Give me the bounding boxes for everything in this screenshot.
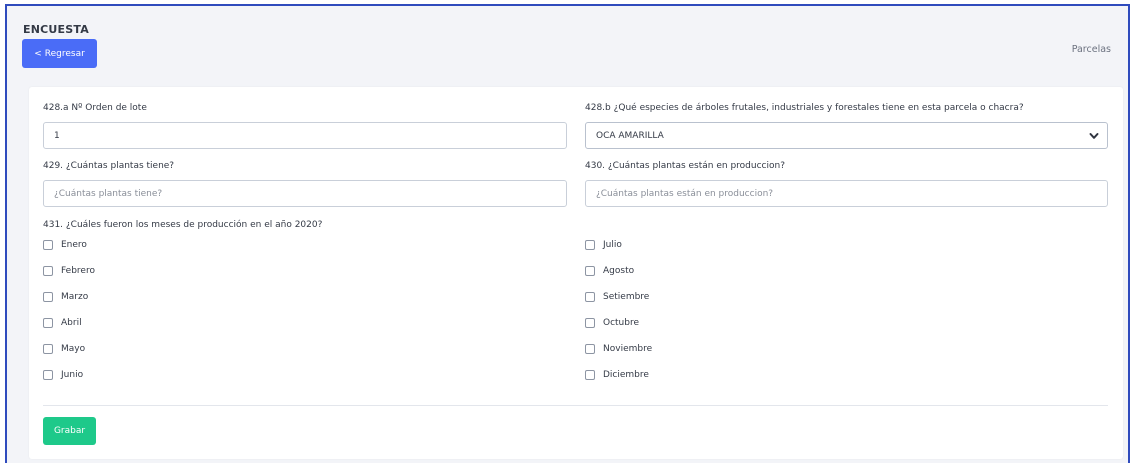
save-button[interactable]: Grabar (43, 417, 96, 445)
month-label: Mayo (61, 344, 86, 354)
month-label: Junio (61, 370, 84, 380)
month-checkbox-marzo[interactable]: Marzo (43, 290, 88, 304)
month-checkbox-setiembre[interactable]: Setiembre (585, 290, 649, 304)
q428b-label: 428.b ¿Qué especies de árboles frutales,… (585, 103, 1024, 113)
month-label: Julio (603, 240, 622, 250)
checkbox[interactable] (585, 240, 595, 250)
month-checkbox-octubre[interactable]: Octubre (585, 316, 639, 330)
checkbox[interactable] (585, 370, 595, 380)
survey-form-card: 428.a Nº Orden de lote 1 428.b ¿Qué espe… (29, 87, 1123, 459)
month-checkbox-enero[interactable]: Enero (43, 238, 87, 252)
chevron-left-icon: < (34, 48, 42, 59)
plants-count-input[interactable]: ¿Cuántas plantas tiene? (43, 180, 567, 207)
species-select[interactable]: OCA AMARILLA (585, 122, 1108, 149)
month-checkbox-agosto[interactable]: Agosto (585, 264, 634, 278)
checkbox[interactable] (585, 344, 595, 354)
back-button-label: Regresar (44, 48, 85, 59)
month-checkbox-julio[interactable]: Julio (585, 238, 622, 252)
q428a-label: 428.a Nº Orden de lote (43, 103, 147, 113)
checkbox[interactable] (585, 318, 595, 328)
checkbox[interactable] (43, 240, 53, 250)
checkbox[interactable] (43, 292, 53, 302)
checkbox[interactable] (585, 292, 595, 302)
q429-label: 429. ¿Cuántas plantas tiene? (43, 161, 175, 171)
month-checkbox-junio[interactable]: Junio (43, 368, 83, 382)
month-checkbox-mayo[interactable]: Mayo (43, 342, 85, 356)
checkbox[interactable] (43, 318, 53, 328)
month-label: Octubre (603, 318, 640, 328)
species-select-value: OCA AMARILLA (596, 130, 664, 141)
breadcrumb[interactable]: Parcelas (1072, 44, 1111, 55)
checkbox[interactable] (585, 266, 595, 276)
checkbox[interactable] (43, 370, 53, 380)
month-label: Diciembre (603, 370, 649, 380)
month-checkbox-abril[interactable]: Abril (43, 316, 82, 330)
checkbox[interactable] (43, 344, 53, 354)
form-divider (43, 405, 1108, 406)
month-checkbox-diciembre[interactable]: Diciembre (585, 368, 649, 382)
back-button[interactable]: < Regresar (22, 39, 97, 68)
month-label: Abril (61, 318, 82, 328)
producing-plants-input[interactable]: ¿Cuántas plantas están en produccion? (585, 180, 1108, 207)
month-label: Noviembre (603, 344, 653, 354)
page-title: ENCUESTA (23, 23, 89, 36)
month-checkbox-febrero[interactable]: Febrero (43, 264, 95, 278)
q431-label: 431. ¿Cuáles fueron los meses de producc… (43, 220, 323, 230)
month-label: Marzo (61, 292, 89, 302)
app-frame: ENCUESTA < Regresar Parcelas 428.a Nº Or… (5, 4, 1130, 463)
month-label: Febrero (61, 266, 95, 276)
lot-order-input[interactable]: 1 (43, 122, 567, 149)
month-checkbox-noviembre[interactable]: Noviembre (585, 342, 652, 356)
month-label: Enero (61, 240, 87, 250)
month-label: Setiembre (603, 292, 650, 302)
checkbox[interactable] (43, 266, 53, 276)
q430-label: 430. ¿Cuántas plantas están en produccio… (585, 161, 785, 171)
chevron-down-icon (1089, 133, 1099, 139)
month-label: Agosto (603, 266, 635, 276)
